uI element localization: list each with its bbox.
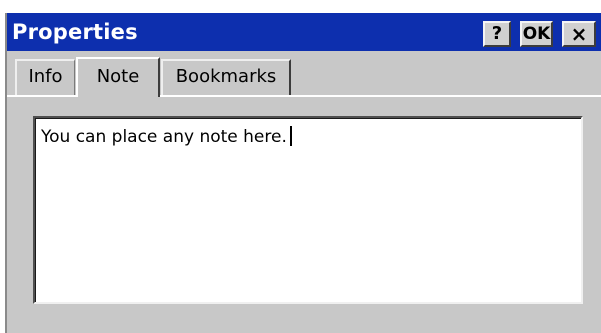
- ok-button[interactable]: OK: [520, 21, 553, 47]
- title-bar: Properties ? OK ×: [7, 13, 601, 51]
- properties-dialog: Properties ? OK × Info Note Bookmarks Yo…: [5, 13, 601, 333]
- text-caret: [289, 126, 292, 146]
- tab-note[interactable]: Note: [76, 57, 160, 97]
- window-title: Properties: [12, 20, 138, 44]
- tab-strip: Info Note Bookmarks: [7, 57, 601, 97]
- note-textarea[interactable]: You can place any note here.: [33, 116, 583, 304]
- help-button[interactable]: ?: [483, 21, 511, 47]
- note-text: You can place any note here.: [41, 127, 287, 147]
- close-button[interactable]: ×: [562, 21, 596, 47]
- tab-info[interactable]: Info: [15, 59, 75, 95]
- tab-bookmarks[interactable]: Bookmarks: [161, 59, 291, 95]
- note-text-wrapper: You can place any note here.: [41, 126, 292, 147]
